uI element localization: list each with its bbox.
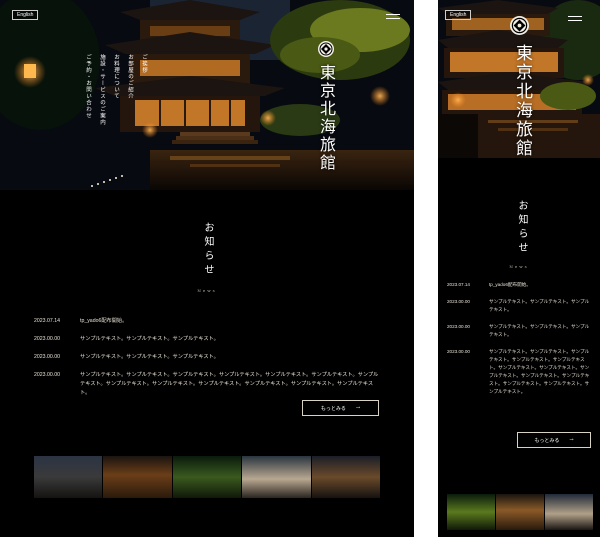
photo-gallery-strip <box>34 456 380 498</box>
language-english-button[interactable]: English <box>12 10 39 20</box>
news-date: 2023.00.00 <box>447 299 470 304</box>
brand-logo-text: 東京北海旅館 <box>317 64 336 172</box>
nav-item-reservation[interactable]: ご予約・お問い合わせ <box>84 54 92 126</box>
news-item[interactable]: 2023.00.00 サンプルテキスト。サンプルテキスト。サンプルテキスト。サン… <box>447 348 593 396</box>
news-text: サンプルテキスト。サンプルテキスト。サンプルテキスト。 <box>80 354 219 360</box>
photo-gallery-strip <box>447 494 593 530</box>
nav-item-facilities[interactable]: 施設・サービスのご案内 <box>98 54 106 126</box>
hamburger-menu-icon[interactable] <box>568 15 582 22</box>
news-date: 2023.07.14 <box>34 318 60 324</box>
news-item[interactable]: 2023.00.00 サンプルテキスト。サンプルテキスト。サンプルテキスト。 <box>447 323 593 339</box>
family-crest-icon <box>318 41 334 57</box>
news-date: 2023.07.14 <box>447 282 470 287</box>
news-item[interactable]: 2023.00.00 サンプルテキスト。サンプルテキスト。サンプルテキスト。 <box>447 298 593 314</box>
gallery-image[interactable] <box>34 456 103 498</box>
language-english-button[interactable]: English <box>445 10 472 20</box>
news-text: サンプルテキスト。サンプルテキスト。サンプルテキスト。 <box>489 299 590 312</box>
news-list: 2023.07.14 tp_yado6配布開始。 2023.00.00 サンプル… <box>34 317 380 407</box>
see-more-button[interactable]: もっとみる → <box>302 400 379 416</box>
news-text: サンプルテキスト。サンプルテキスト。サンプルテキスト。 <box>489 324 590 337</box>
gallery-image[interactable] <box>495 494 544 530</box>
news-text: サンプルテキスト。サンプルテキスト。サンプルテキスト。 <box>80 336 219 342</box>
gallery-image[interactable] <box>171 456 242 498</box>
news-subheading: News <box>197 288 217 293</box>
vertical-nav: ご挨拶 お部屋のご紹介 お料理について 施設・サービスのご案内 ご予約・お問い合… <box>84 54 148 126</box>
arrow-right-icon: → <box>569 437 574 443</box>
news-date: 2023.00.00 <box>447 324 470 329</box>
nav-item-greeting[interactable]: ご挨拶 <box>140 54 148 126</box>
see-more-label: もっとみる <box>320 405 346 412</box>
news-item[interactable]: 2023.00.00 サンプルテキスト。サンプルテキスト。サンプルテキスト。サン… <box>34 371 380 398</box>
arrow-right-icon: → <box>355 405 361 411</box>
news-item[interactable]: 2023.00.00 サンプルテキスト。サンプルテキスト。サンプルテキスト。 <box>34 353 380 362</box>
news-heading: お知らせ <box>516 200 527 256</box>
gallery-image[interactable] <box>241 456 311 498</box>
ryokan-night-illustration <box>0 0 414 190</box>
news-subheading: News <box>509 264 529 269</box>
news-date: 2023.00.00 <box>34 336 60 342</box>
nav-item-rooms[interactable]: お部屋のご紹介 <box>126 54 134 126</box>
see-more-button[interactable]: もっとみる → <box>517 432 591 448</box>
news-text: サンプルテキスト。サンプルテキスト。サンプルテキスト。サンプルテキスト。サンプル… <box>80 372 379 396</box>
family-crest-icon <box>510 16 529 35</box>
news-text: tp_yado6配布開始。 <box>80 318 128 324</box>
news-item[interactable]: 2023.00.00 サンプルテキスト。サンプルテキスト。サンプルテキスト。 <box>34 335 380 344</box>
news-text: サンプルテキスト。サンプルテキスト。サンプルテキスト。サンプルテキスト。サンプル… <box>489 349 590 394</box>
hero-image: English 東京北海旅館 <box>438 0 600 158</box>
news-date: 2023.00.00 <box>447 349 470 354</box>
news-list: 2023.07.14 tp_yado6配布開始。 2023.00.00 サンプル… <box>447 281 593 405</box>
gallery-image[interactable] <box>447 494 495 530</box>
nav-item-cuisine[interactable]: お料理について <box>112 54 120 126</box>
news-text: tp_yado6配布開始。 <box>489 282 531 287</box>
mobile-preview: English 東京北海旅館 お知らせ News 2023.07.14 tp_y… <box>438 0 600 537</box>
gallery-image[interactable] <box>544 494 593 530</box>
news-item[interactable]: 2023.07.14 tp_yado6配布開始。 <box>447 281 593 289</box>
news-item[interactable]: 2023.07.14 tp_yado6配布開始。 <box>34 317 380 326</box>
news-date: 2023.00.00 <box>34 354 60 360</box>
desktop-preview: English ご挨拶 お部屋のご紹介 お料理について 施設・サービスのご案内 … <box>0 0 414 537</box>
news-date: 2023.00.00 <box>34 372 60 378</box>
hamburger-menu-icon[interactable] <box>386 13 400 20</box>
gallery-image[interactable] <box>102 456 172 498</box>
hero-image: English ご挨拶 お部屋のご紹介 お料理について 施設・サービスのご案内 … <box>0 0 414 190</box>
news-heading: お知らせ <box>202 222 213 278</box>
see-more-label: もっとみる <box>534 437 560 444</box>
brand-logo-text: 東京北海旅館 <box>512 44 532 158</box>
gallery-image[interactable] <box>310 456 380 498</box>
